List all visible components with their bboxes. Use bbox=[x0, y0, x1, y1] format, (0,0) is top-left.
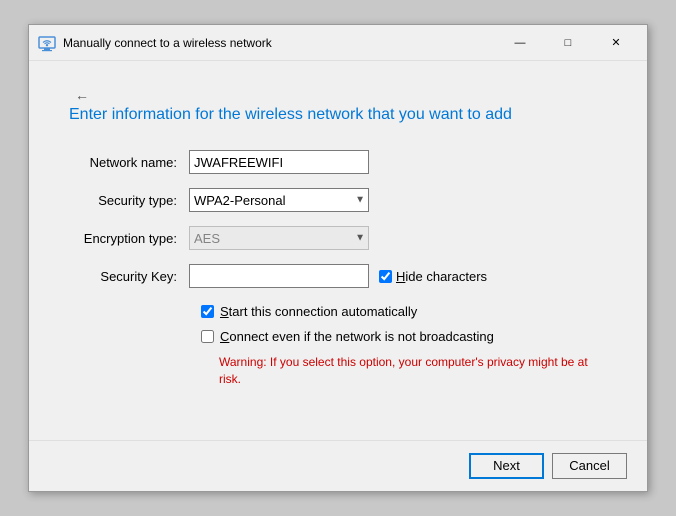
broadcast-checkbox[interactable] bbox=[201, 330, 214, 343]
security-type-label: Security type: bbox=[69, 193, 189, 208]
maximize-button[interactable]: □ bbox=[545, 31, 591, 55]
security-type-select-wrapper: WPA2-Personal Open WEP WPA2-Enterprise W… bbox=[189, 188, 369, 212]
page-heading: Enter information for the wireless netwo… bbox=[69, 105, 607, 126]
broadcast-label[interactable]: Connect even if the network is not broad… bbox=[220, 329, 494, 344]
content-area: ← Enter information for the wireless net… bbox=[29, 61, 647, 419]
close-button[interactable]: ✕ bbox=[593, 31, 639, 55]
hide-characters-checkbox[interactable] bbox=[379, 270, 392, 283]
network-icon bbox=[37, 33, 57, 53]
security-key-input[interactable] bbox=[189, 264, 369, 288]
security-type-row: Security type: WPA2-Personal Open WEP WP… bbox=[69, 188, 607, 212]
auto-connect-label[interactable]: Start this connection automatically bbox=[220, 304, 417, 319]
warning-text: Warning: If you select this option, your… bbox=[69, 354, 607, 388]
encryption-type-row: Encryption type: AES ▼ bbox=[69, 226, 607, 250]
auto-connect-checkbox[interactable] bbox=[201, 305, 214, 318]
title-bar-left: Manually connect to a wireless network bbox=[37, 33, 497, 53]
security-type-select[interactable]: WPA2-Personal Open WEP WPA2-Enterprise W… bbox=[189, 188, 369, 212]
hide-characters-label[interactable]: Hide characters bbox=[396, 269, 487, 284]
broadcast-row: Connect even if the network is not broad… bbox=[69, 329, 607, 344]
title-bar: Manually connect to a wireless network —… bbox=[29, 25, 647, 61]
encryption-type-label: Encryption type: bbox=[69, 231, 189, 246]
window-title: Manually connect to a wireless network bbox=[63, 36, 272, 50]
next-button[interactable]: Next bbox=[469, 453, 544, 479]
auto-connect-row: Start this connection automatically bbox=[69, 304, 607, 319]
security-key-row: Security Key: Hide characters bbox=[69, 264, 607, 288]
cancel-button[interactable]: Cancel bbox=[552, 453, 627, 479]
security-key-label: Security Key: bbox=[69, 269, 189, 284]
encryption-type-select[interactable]: AES bbox=[189, 226, 369, 250]
network-name-row: Network name: bbox=[69, 150, 607, 174]
minimize-button[interactable]: — bbox=[497, 31, 543, 55]
back-button[interactable]: ← bbox=[69, 85, 95, 105]
footer: Next Cancel bbox=[29, 440, 647, 491]
title-bar-controls: — □ ✕ bbox=[497, 31, 639, 55]
network-name-label: Network name: bbox=[69, 155, 189, 170]
main-window: Manually connect to a wireless network —… bbox=[28, 24, 648, 491]
network-name-input[interactable] bbox=[189, 150, 369, 174]
hide-characters-wrapper: Hide characters bbox=[379, 269, 487, 284]
encryption-type-select-wrapper: AES ▼ bbox=[189, 226, 369, 250]
